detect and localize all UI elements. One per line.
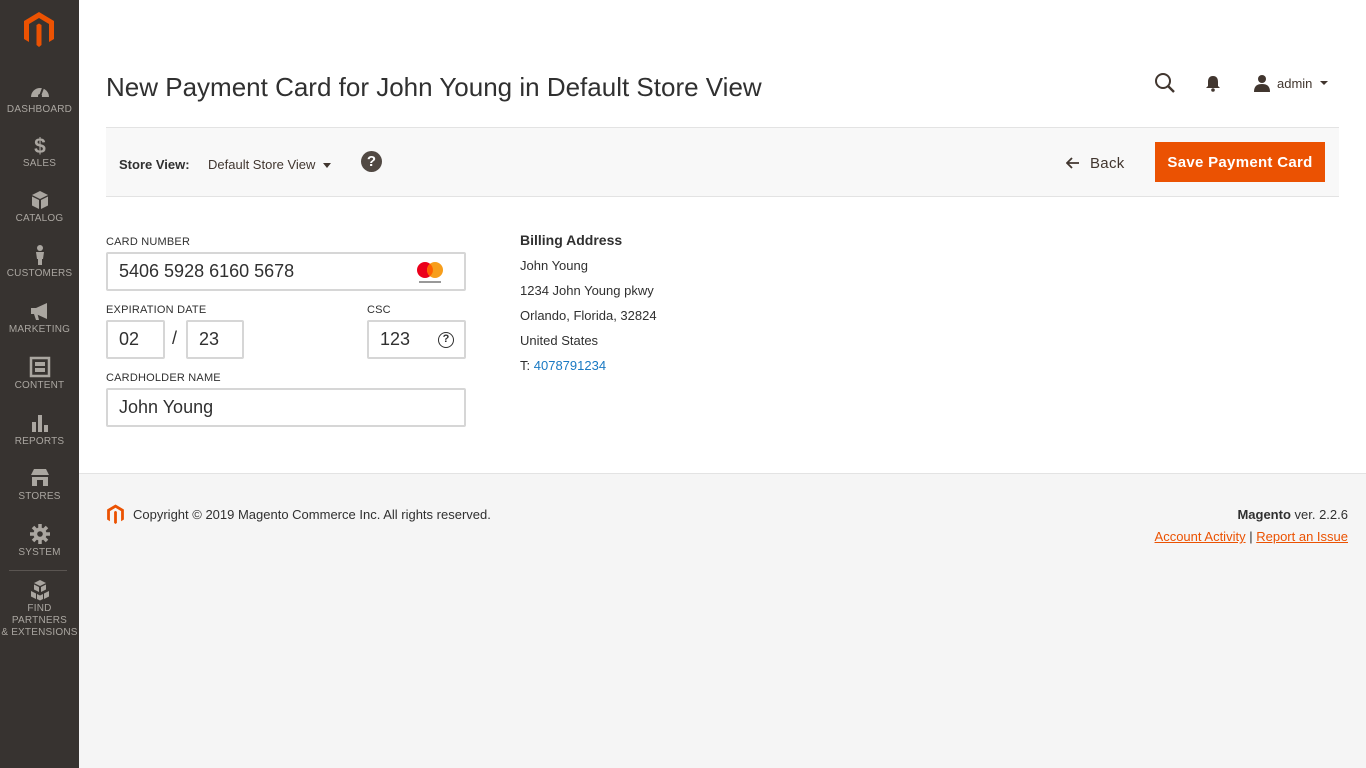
- dashboard-icon: [30, 87, 49, 98]
- back-button-label: Back: [1090, 154, 1125, 172]
- sidebar-item-label: CUSTOMERS: [6, 268, 73, 279]
- store-view-value: Default Store View: [208, 157, 316, 172]
- storefront-icon: [30, 469, 49, 486]
- expiration-date-label: EXPIRATION DATE: [106, 304, 207, 316]
- billing-city: Orlando, Florida, 32824: [520, 308, 657, 323]
- dollar-icon: $: [34, 135, 46, 156]
- card-number-label: CARD NUMBER: [106, 236, 191, 248]
- sidebar-item-content[interactable]: CONTENT: [0, 356, 79, 392]
- caret-down-icon: [323, 162, 332, 168]
- sidebar-item-label-line2: & EXTENSIONS: [1, 627, 78, 638]
- billing-street: 1234 John Young pkwy: [520, 283, 654, 298]
- sidebar-item-customers[interactable]: CUSTOMERS: [0, 244, 79, 280]
- layout-icon: [29, 356, 50, 378]
- footer-copyright: Copyright © 2019 Magento Commerce Inc. A…: [133, 507, 491, 522]
- footer-divider: [79, 473, 1366, 474]
- gear-icon: [29, 524, 50, 544]
- footer-brand: Magento: [1237, 507, 1291, 522]
- sidebar-item-reports[interactable]: REPORTS: [0, 412, 79, 448]
- sidebar-item-label: FIND PARTNERS: [11, 603, 68, 626]
- expiration-month-input[interactable]: 02: [106, 320, 165, 359]
- store-view-label: Store View:: [119, 157, 190, 172]
- bar-chart-icon: [31, 415, 48, 432]
- sidebar-item-label: SYSTEM: [18, 547, 61, 558]
- bell-icon[interactable]: [1204, 70, 1222, 96]
- sidebar-item-label: DASHBOARD: [6, 104, 73, 115]
- expiration-year-input[interactable]: 23: [186, 320, 244, 359]
- magento-logo[interactable]: [22, 12, 56, 48]
- footer-links: Account Activity | Report an Issue: [1155, 529, 1348, 544]
- sidebar-item-sales[interactable]: $ SALES: [0, 134, 79, 170]
- phone-prefix: T:: [520, 358, 531, 373]
- megaphone-icon: [30, 303, 47, 320]
- footer-version: Magento ver. 2.2.6: [1237, 507, 1348, 522]
- footer-link-separator: |: [1249, 529, 1253, 544]
- billing-phone-row: T: 4078791234: [520, 353, 657, 378]
- billing-address-title: Billing Address: [520, 232, 623, 248]
- csc-help-icon[interactable]: ?: [438, 332, 454, 348]
- admin-user-menu[interactable]: admin: [1253, 74, 1329, 92]
- cardholder-name-input[interactable]: John Young: [106, 388, 466, 427]
- sidebar-item-label: STORES: [18, 491, 61, 502]
- magento-logo-small[interactable]: [106, 504, 125, 525]
- sidebar-item-find-partners[interactable]: FIND PARTNERS & EXTENSIONS: [0, 579, 79, 639]
- footer-version-number: ver. 2.2.6: [1294, 507, 1348, 522]
- sidebar-item-label: REPORTS: [14, 436, 65, 447]
- sidebar-item-label: CONTENT: [14, 380, 65, 391]
- sidebar-item-dashboard[interactable]: DASHBOARD: [0, 80, 79, 116]
- sidebar-item-stores[interactable]: STORES: [0, 467, 79, 503]
- cubes-icon: [30, 580, 49, 601]
- save-payment-card-button[interactable]: Save Payment Card: [1155, 142, 1325, 182]
- cardholder-name-label: CARDHOLDER NAME: [106, 372, 221, 384]
- csc-label: CSC: [367, 304, 391, 316]
- report-issue-link[interactable]: Report an Issue: [1256, 529, 1348, 544]
- user-icon: [1254, 75, 1270, 92]
- account-activity-link[interactable]: Account Activity: [1155, 529, 1246, 544]
- billing-country: United States: [520, 333, 599, 348]
- sidebar-item-marketing[interactable]: MARKETING: [0, 300, 79, 336]
- arrow-left-icon: [1066, 157, 1079, 169]
- mastercard-icon: [417, 262, 443, 283]
- sidebar-item-label: MARKETING: [8, 324, 71, 335]
- sidebar-item-label: SALES: [22, 158, 57, 169]
- chevron-down-icon: [1320, 81, 1329, 85]
- expiration-separator: /: [172, 328, 178, 348]
- billing-phone-link[interactable]: 4078791234: [534, 358, 606, 373]
- person-icon: [35, 245, 44, 265]
- box-icon: [31, 191, 48, 209]
- sidebar-item-catalog[interactable]: CATALOG: [0, 189, 79, 225]
- card-number-input[interactable]: 5406 5928 6160 5678: [106, 252, 466, 291]
- billing-name: John Young: [520, 258, 588, 273]
- help-icon[interactable]: ?: [361, 151, 382, 172]
- search-icon[interactable]: [1154, 70, 1176, 96]
- admin-username: admin: [1277, 75, 1313, 91]
- billing-address: Billing Address John Young 1234 John You…: [520, 228, 657, 378]
- sidebar-nav: DASHBOARD $ SALES CATALOG CUSTOMERS MARK…: [0, 0, 79, 768]
- page-title: New Payment Card for John Young in Defau…: [106, 72, 762, 102]
- sidebar-divider: [9, 570, 67, 571]
- page-actions-bar: Store View: Default Store View ? Back Sa…: [106, 127, 1339, 197]
- back-button[interactable]: Back: [1066, 151, 1125, 175]
- sidebar-item-system[interactable]: SYSTEM: [0, 523, 79, 559]
- svg-text:$: $: [34, 135, 46, 156]
- store-view-switcher[interactable]: Default Store View: [208, 157, 332, 172]
- sidebar-item-label: CATALOG: [15, 213, 64, 224]
